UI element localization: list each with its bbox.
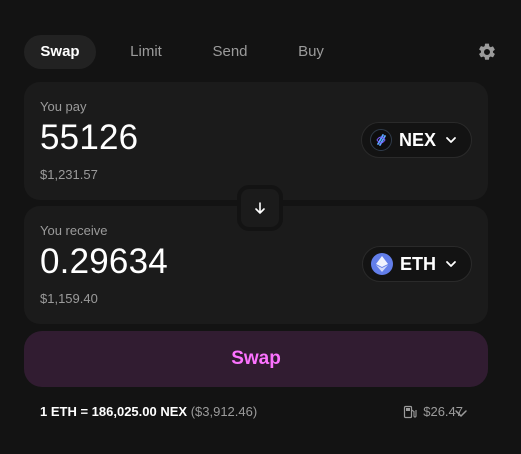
- pay-amount-input[interactable]: 55126: [40, 118, 138, 158]
- receive-label: You receive: [40, 223, 108, 238]
- gas-pump-icon: [404, 405, 417, 418]
- chevron-down-icon[interactable]: [453, 405, 469, 421]
- chevron-down-icon: [446, 137, 456, 143]
- pay-label: You pay: [40, 99, 87, 114]
- tab-swap[interactable]: Swap: [24, 35, 96, 69]
- receive-token-selector[interactable]: ETH: [362, 246, 472, 282]
- swap-direction-button[interactable]: [237, 185, 283, 231]
- pay-panel: You pay 55126 $1,231.57 NEX: [24, 82, 488, 200]
- gear-icon[interactable]: [477, 42, 497, 62]
- rate-text: 1 ETH = 186,025.00 NEX: [40, 404, 188, 419]
- eth-token-icon: [371, 253, 393, 275]
- receive-usd-value: $1,159.40: [40, 291, 98, 306]
- pay-token-symbol: NEX: [398, 129, 436, 150]
- chevron-down-icon: [446, 261, 456, 267]
- nex-token-icon: [369, 129, 392, 151]
- tab-bar: Swap Limit Send Buy: [24, 35, 497, 71]
- rate-usd-value: ($3,912.46): [190, 404, 258, 419]
- tab-send[interactable]: Send: [198, 35, 262, 69]
- pay-token-selector[interactable]: NEX: [360, 122, 472, 158]
- receive-token-symbol: ETH: [400, 253, 436, 274]
- exchange-rate[interactable]: 1 ETH = 186,025.00 NEX ($3,912.46): [40, 404, 257, 419]
- tab-limit[interactable]: Limit: [116, 35, 176, 69]
- arrow-down-icon: [255, 202, 265, 214]
- tab-buy[interactable]: Buy: [286, 35, 336, 69]
- pay-usd-value: $1,231.57: [40, 167, 98, 182]
- receive-amount-input[interactable]: 0.29634: [40, 242, 168, 282]
- swap-button[interactable]: Swap: [24, 331, 488, 387]
